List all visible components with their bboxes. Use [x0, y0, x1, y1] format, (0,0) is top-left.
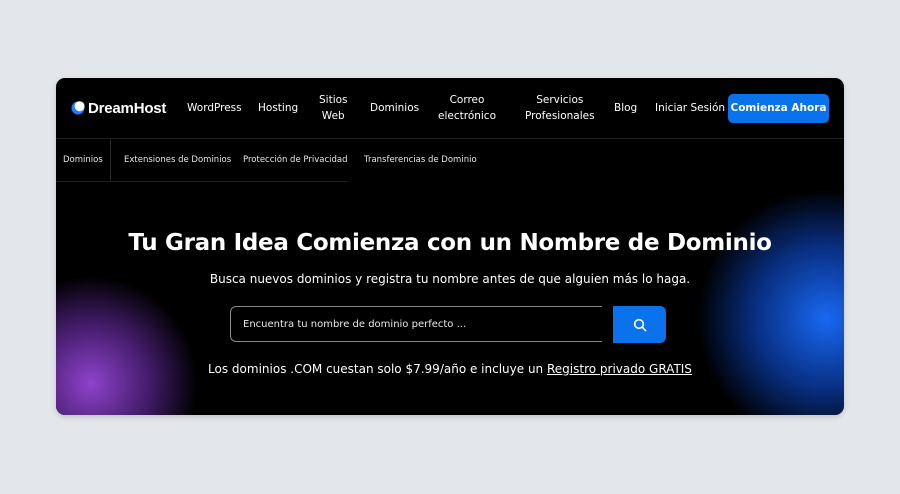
- comienza-ahora-button[interactable]: Comienza Ahora: [728, 94, 829, 123]
- blue-glow-decoration: [696, 188, 844, 415]
- nav-item-sitios-web[interactable]: Sitios Web: [319, 92, 348, 124]
- domains-subnav: Dominios Extensiones de Dominios Protecc…: [56, 138, 844, 182]
- nav-item-label-line: Servicios: [536, 94, 584, 106]
- nav-item-blog[interactable]: Blog: [614, 100, 637, 116]
- nav-item-label-line: Web: [321, 110, 345, 122]
- nav-item-dominios[interactable]: Dominios: [370, 100, 419, 116]
- search-icon: [633, 318, 646, 331]
- nav-item-label-line: Correo: [449, 94, 485, 106]
- nav-item-wordpress[interactable]: WordPress: [187, 100, 242, 116]
- nav-item-label-line: electrónico: [438, 110, 497, 122]
- subnav-item-extensiones[interactable]: Extensiones de Dominios: [124, 139, 231, 181]
- hero-title: Tu Gran Idea Comienza con un Nombre de D…: [128, 230, 772, 256]
- top-navigation: DreamHost WordPress Hosting Sitios Web D…: [56, 78, 844, 138]
- search-button[interactable]: [613, 306, 666, 343]
- free-privacy-link[interactable]: Registro privado GRATIS: [547, 362, 692, 376]
- nav-item-label-line: Sitios: [319, 94, 348, 106]
- brand-name: DreamHost: [88, 99, 167, 117]
- subnav-item-transferencias[interactable]: Transferencias de Dominio: [364, 139, 477, 181]
- dreamhost-logo[interactable]: DreamHost: [71, 98, 166, 118]
- nav-item-servicios-profesionales[interactable]: Servicios Profesionales: [525, 92, 595, 124]
- hero-subtitle: Busca nuevos dominios y registra tu nomb…: [209, 272, 691, 286]
- nav-item-correo-electronico[interactable]: Correo electrónico: [438, 92, 496, 124]
- subnav-item-dominios[interactable]: Dominios: [63, 139, 103, 181]
- purple-glow-decoration: [56, 278, 196, 415]
- crescent-moon-icon: [71, 101, 85, 115]
- subnav-item-privacidad[interactable]: Protección de Privacidad: [243, 139, 347, 181]
- nav-item-label-line: Profesionales: [525, 110, 595, 122]
- subnav-bottom-border: [56, 181, 348, 182]
- nav-item-hosting[interactable]: Hosting: [258, 100, 298, 116]
- domain-search-input[interactable]: [230, 306, 602, 342]
- subnav-divider: [110, 139, 111, 181]
- website-window: DreamHost WordPress Hosting Sitios Web D…: [56, 78, 844, 415]
- promo-text: Los dominios .COM cuestan solo $7.99/año…: [208, 362, 547, 376]
- promo-line: Los dominios .COM cuestan solo $7.99/año…: [56, 362, 844, 376]
- nav-item-iniciar-sesion[interactable]: Iniciar Sesión: [655, 100, 725, 116]
